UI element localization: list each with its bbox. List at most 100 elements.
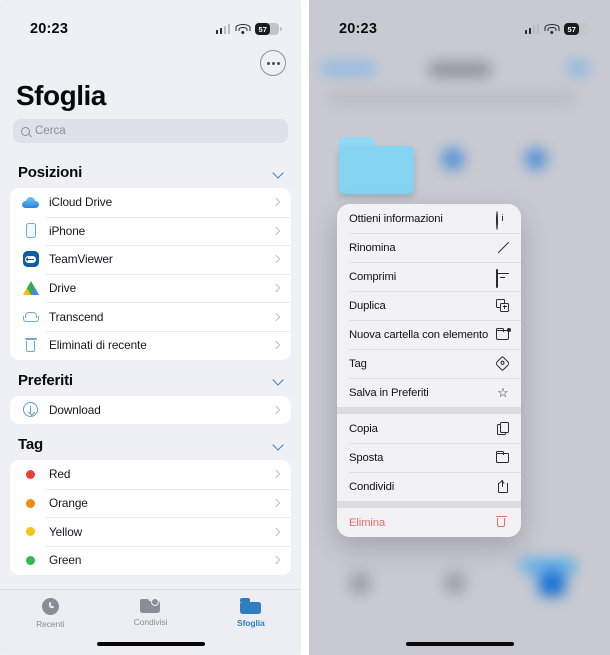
menu-item-label: Tag [349, 357, 367, 370]
duplicate-icon [496, 298, 510, 313]
chevron-down-icon[interactable] [273, 440, 283, 450]
menu-item-comprimi[interactable]: Comprimi [337, 262, 521, 291]
context-menu[interactable]: Ottieni informazioni Rinomina Comprimi D… [337, 204, 521, 537]
chevron-right-icon [273, 471, 280, 478]
blurred-tab-icon [539, 570, 565, 596]
page-title: Sfoglia [16, 80, 106, 111]
tag-dot-icon [20, 527, 41, 537]
search-input[interactable]: Cerca [13, 119, 288, 143]
home-indicator [96, 641, 205, 646]
list-item[interactable]: Orange [10, 488, 291, 518]
section-card-preferiti: Download [10, 395, 291, 425]
bottom-tab-bar: Recenti Condivisi Sfoglia [0, 589, 301, 655]
menu-item-label: Duplica [349, 299, 386, 312]
menu-item-tag[interactable]: Tag [337, 349, 521, 378]
list-item[interactable]: iCloud Drive [10, 188, 291, 217]
blurred-tab-icon [444, 572, 466, 594]
trash-icon [20, 338, 41, 352]
menu-item-duplica[interactable]: Duplica [337, 291, 521, 320]
tab-label: Condivisi [133, 617, 168, 627]
menu-item-ottieni-informazioni[interactable]: Ottieni informazioni [337, 204, 521, 233]
section-title: Posizioni [18, 164, 83, 181]
tab-label: Sfoglia [237, 618, 265, 628]
chevron-down-icon[interactable] [273, 168, 283, 178]
iphone-icon [20, 223, 41, 239]
list-item-label: Red [49, 467, 71, 482]
menu-item-label: Condividi [349, 480, 395, 493]
pencil-icon [496, 241, 510, 255]
list-item[interactable]: Drive [10, 273, 291, 303]
section-header-posizioni[interactable]: Posizioni [0, 152, 301, 188]
list-item[interactable]: TeamViewer [10, 245, 291, 274]
menu-item-condividi[interactable]: Condividi [337, 472, 521, 501]
status-time: 20:23 [30, 21, 69, 37]
left-phone-screen: 20:23 57 Sfoglia Cerca Posizioni iCloud … [0, 0, 301, 655]
menu-item-nuova-cartella-con-elemento[interactable]: Nuova cartella con elemento [337, 320, 521, 349]
list-item[interactable]: Yellow [10, 517, 291, 546]
folder-icon [240, 598, 262, 614]
tag-dot-icon [20, 498, 41, 508]
menu-item-salva-in-preferiti[interactable]: Salva in Preferiti ☆ [337, 378, 521, 407]
list-item[interactable]: Transcend [10, 302, 291, 331]
list-item[interactable]: Eliminati di recente [10, 330, 291, 360]
menu-item-rinomina[interactable]: Rinomina [337, 233, 521, 262]
chevron-down-icon[interactable] [273, 375, 283, 385]
blurred-nav-action [567, 60, 589, 76]
right-phone-screen: 20:23 57 Ottieni informazioni Rinomina C… [309, 0, 610, 655]
chevron-right-icon [273, 557, 280, 564]
chevron-right-icon [273, 406, 280, 413]
section-header-tag[interactable]: Tag [0, 424, 301, 460]
status-indicators: 57 [215, 22, 282, 36]
menu-item-label: Comprimi [349, 270, 397, 283]
blurred-nav-title [429, 62, 491, 77]
menu-item-sposta[interactable]: Sposta [337, 443, 521, 472]
info-circle-icon [496, 210, 510, 230]
teamviewer-icon [20, 251, 41, 268]
menu-divider [337, 407, 521, 414]
tab-sfoglia[interactable]: Sfoglia [201, 590, 301, 655]
shared-folder-icon [140, 598, 161, 613]
external-disk-icon [20, 311, 41, 323]
archive-box-icon [496, 268, 510, 288]
chevron-right-icon [273, 528, 280, 535]
browse-list[interactable]: Posizioni iCloud Drive iPhone TeamViewer [0, 152, 301, 589]
chevron-right-icon [273, 500, 280, 507]
selected-folder-icon[interactable] [339, 137, 414, 194]
google-drive-icon [20, 281, 41, 296]
search-icon [21, 126, 30, 136]
cellular-signal-icon [524, 24, 539, 34]
trash-icon [496, 515, 510, 530]
tab-recenti[interactable]: Recenti [0, 590, 100, 655]
blurred-back-button [321, 62, 376, 75]
search-placeholder: Cerca [35, 125, 66, 137]
wifi-icon [235, 23, 250, 35]
tag-dot-icon [20, 469, 41, 479]
section-header-preferiti[interactable]: Preferiti [0, 360, 301, 396]
section-title: Preferiti [18, 371, 73, 389]
chevron-right-icon [273, 313, 280, 320]
menu-item-copia[interactable]: Copia [337, 414, 521, 443]
menu-item-label: Rinomina [349, 241, 396, 254]
context-menu-group-3: Elimina [337, 508, 521, 537]
more-options-icon[interactable] [260, 50, 286, 76]
blurred-file-icon [525, 148, 547, 170]
list-item[interactable]: Download [10, 396, 291, 425]
list-item[interactable]: iPhone [10, 216, 291, 246]
battery-level: 57 [258, 24, 268, 34]
blurred-tab-icon [349, 572, 371, 594]
blurred-file-icon [442, 148, 464, 170]
list-item[interactable]: Green [10, 545, 291, 575]
battery-icon: 57 [564, 22, 591, 36]
list-item[interactable]: Red [10, 460, 291, 489]
menu-divider [337, 501, 521, 508]
cellular-signal-icon [215, 24, 230, 34]
tab-label: Recenti [36, 619, 65, 629]
menu-item-label: Copia [349, 422, 378, 435]
list-item-label: iCloud Drive [49, 195, 113, 210]
wifi-icon [544, 23, 559, 35]
list-item-label: Orange [49, 496, 88, 511]
menu-item-elimina[interactable]: Elimina [337, 508, 521, 537]
context-menu-group-2: Copia Sposta Condividi [337, 414, 521, 501]
chevron-right-icon [273, 199, 280, 206]
status-time: 20:23 [339, 21, 378, 37]
